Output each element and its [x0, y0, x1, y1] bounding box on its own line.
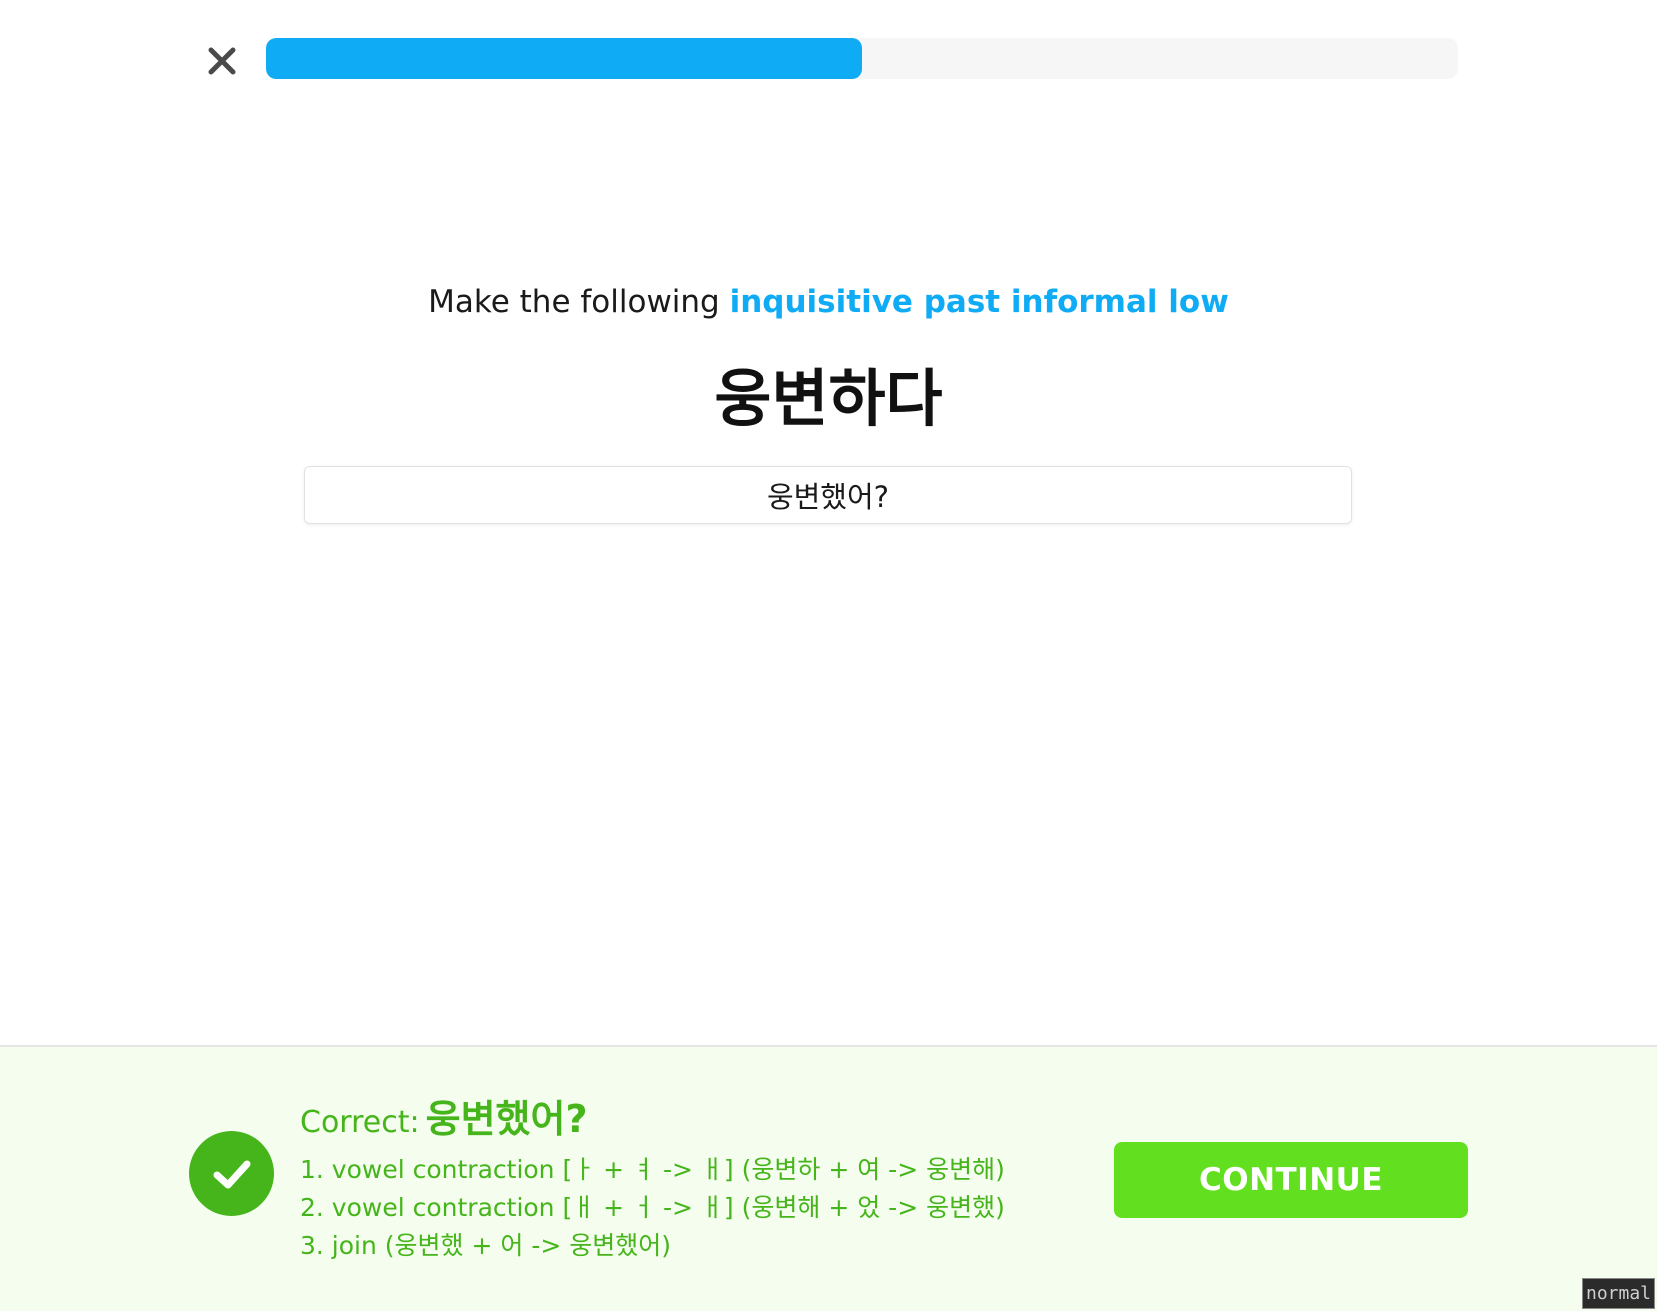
- answer-input[interactable]: [304, 466, 1352, 524]
- mode-badge: normal: [1582, 1278, 1655, 1309]
- close-icon: [208, 47, 236, 75]
- lesson-page: Make the following inquisitive past info…: [0, 0, 1657, 1311]
- explanation-step: 2. vowel contraction [ㅐ + ㅓ -> ㅐ] (웅변해 +…: [300, 1193, 1005, 1222]
- continue-button[interactable]: CONTINUE: [1114, 1142, 1468, 1218]
- explanation-step: 3. join (웅변했 + 어 -> 웅변했어): [300, 1231, 671, 1260]
- prompt-lead: Make the following: [428, 284, 730, 320]
- explanation-step: 1. vowel contraction [ㅏ + ㅕ -> ㅐ] (웅변하 +…: [300, 1155, 1005, 1184]
- explanation-steps: 1. vowel contraction [ㅏ + ㅕ -> ㅐ] (웅변하 +…: [300, 1151, 1005, 1265]
- correct-answer-line: Correct: 웅변했어?: [300, 1088, 588, 1143]
- correct-answer: 웅변했어?: [425, 1097, 588, 1141]
- close-button[interactable]: [197, 36, 247, 86]
- prompt-form: inquisitive past informal low: [729, 284, 1229, 320]
- lesson-progress-bar: [266, 38, 1458, 79]
- correct-label: Correct:: [300, 1105, 420, 1140]
- check-circle-icon: [189, 1131, 274, 1216]
- prompt-text: Make the following inquisitive past info…: [0, 284, 1657, 320]
- checkmark-icon: [213, 1160, 250, 1188]
- target-word: 웅변하다: [714, 362, 943, 435]
- lesson-progress-fill: [266, 38, 862, 79]
